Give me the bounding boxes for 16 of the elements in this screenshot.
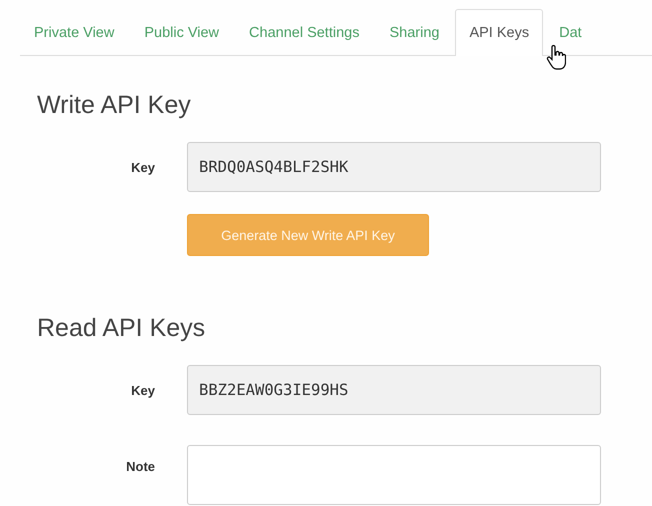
read-key-field[interactable]: BBZ2EAW0G3IE99HS — [187, 365, 601, 415]
tab[interactable]: Dat — [545, 9, 596, 55]
section-heading: Read API Keys — [37, 314, 206, 343]
tab[interactable]: API Keys — [455, 9, 544, 56]
key-label: Key — [130, 160, 155, 174]
tab[interactable]: Sharing — [375, 9, 454, 55]
tab[interactable]: Public View — [130, 9, 234, 55]
key-label: Key — [130, 382, 155, 398]
tab[interactable]: Private View — [20, 9, 128, 55]
note-field[interactable] — [187, 445, 601, 505]
generate-key-button[interactable]: Generate New Write API Key — [187, 214, 429, 256]
hand-cursor-icon — [546, 45, 566, 71]
note-label: Note — [125, 459, 155, 474]
tab[interactable]: Channel Settings — [235, 9, 374, 55]
section-heading: Write API Key — [37, 91, 192, 120]
write-key-field[interactable]: BRDQ0ASQ4BLF2SHK — [187, 142, 601, 192]
